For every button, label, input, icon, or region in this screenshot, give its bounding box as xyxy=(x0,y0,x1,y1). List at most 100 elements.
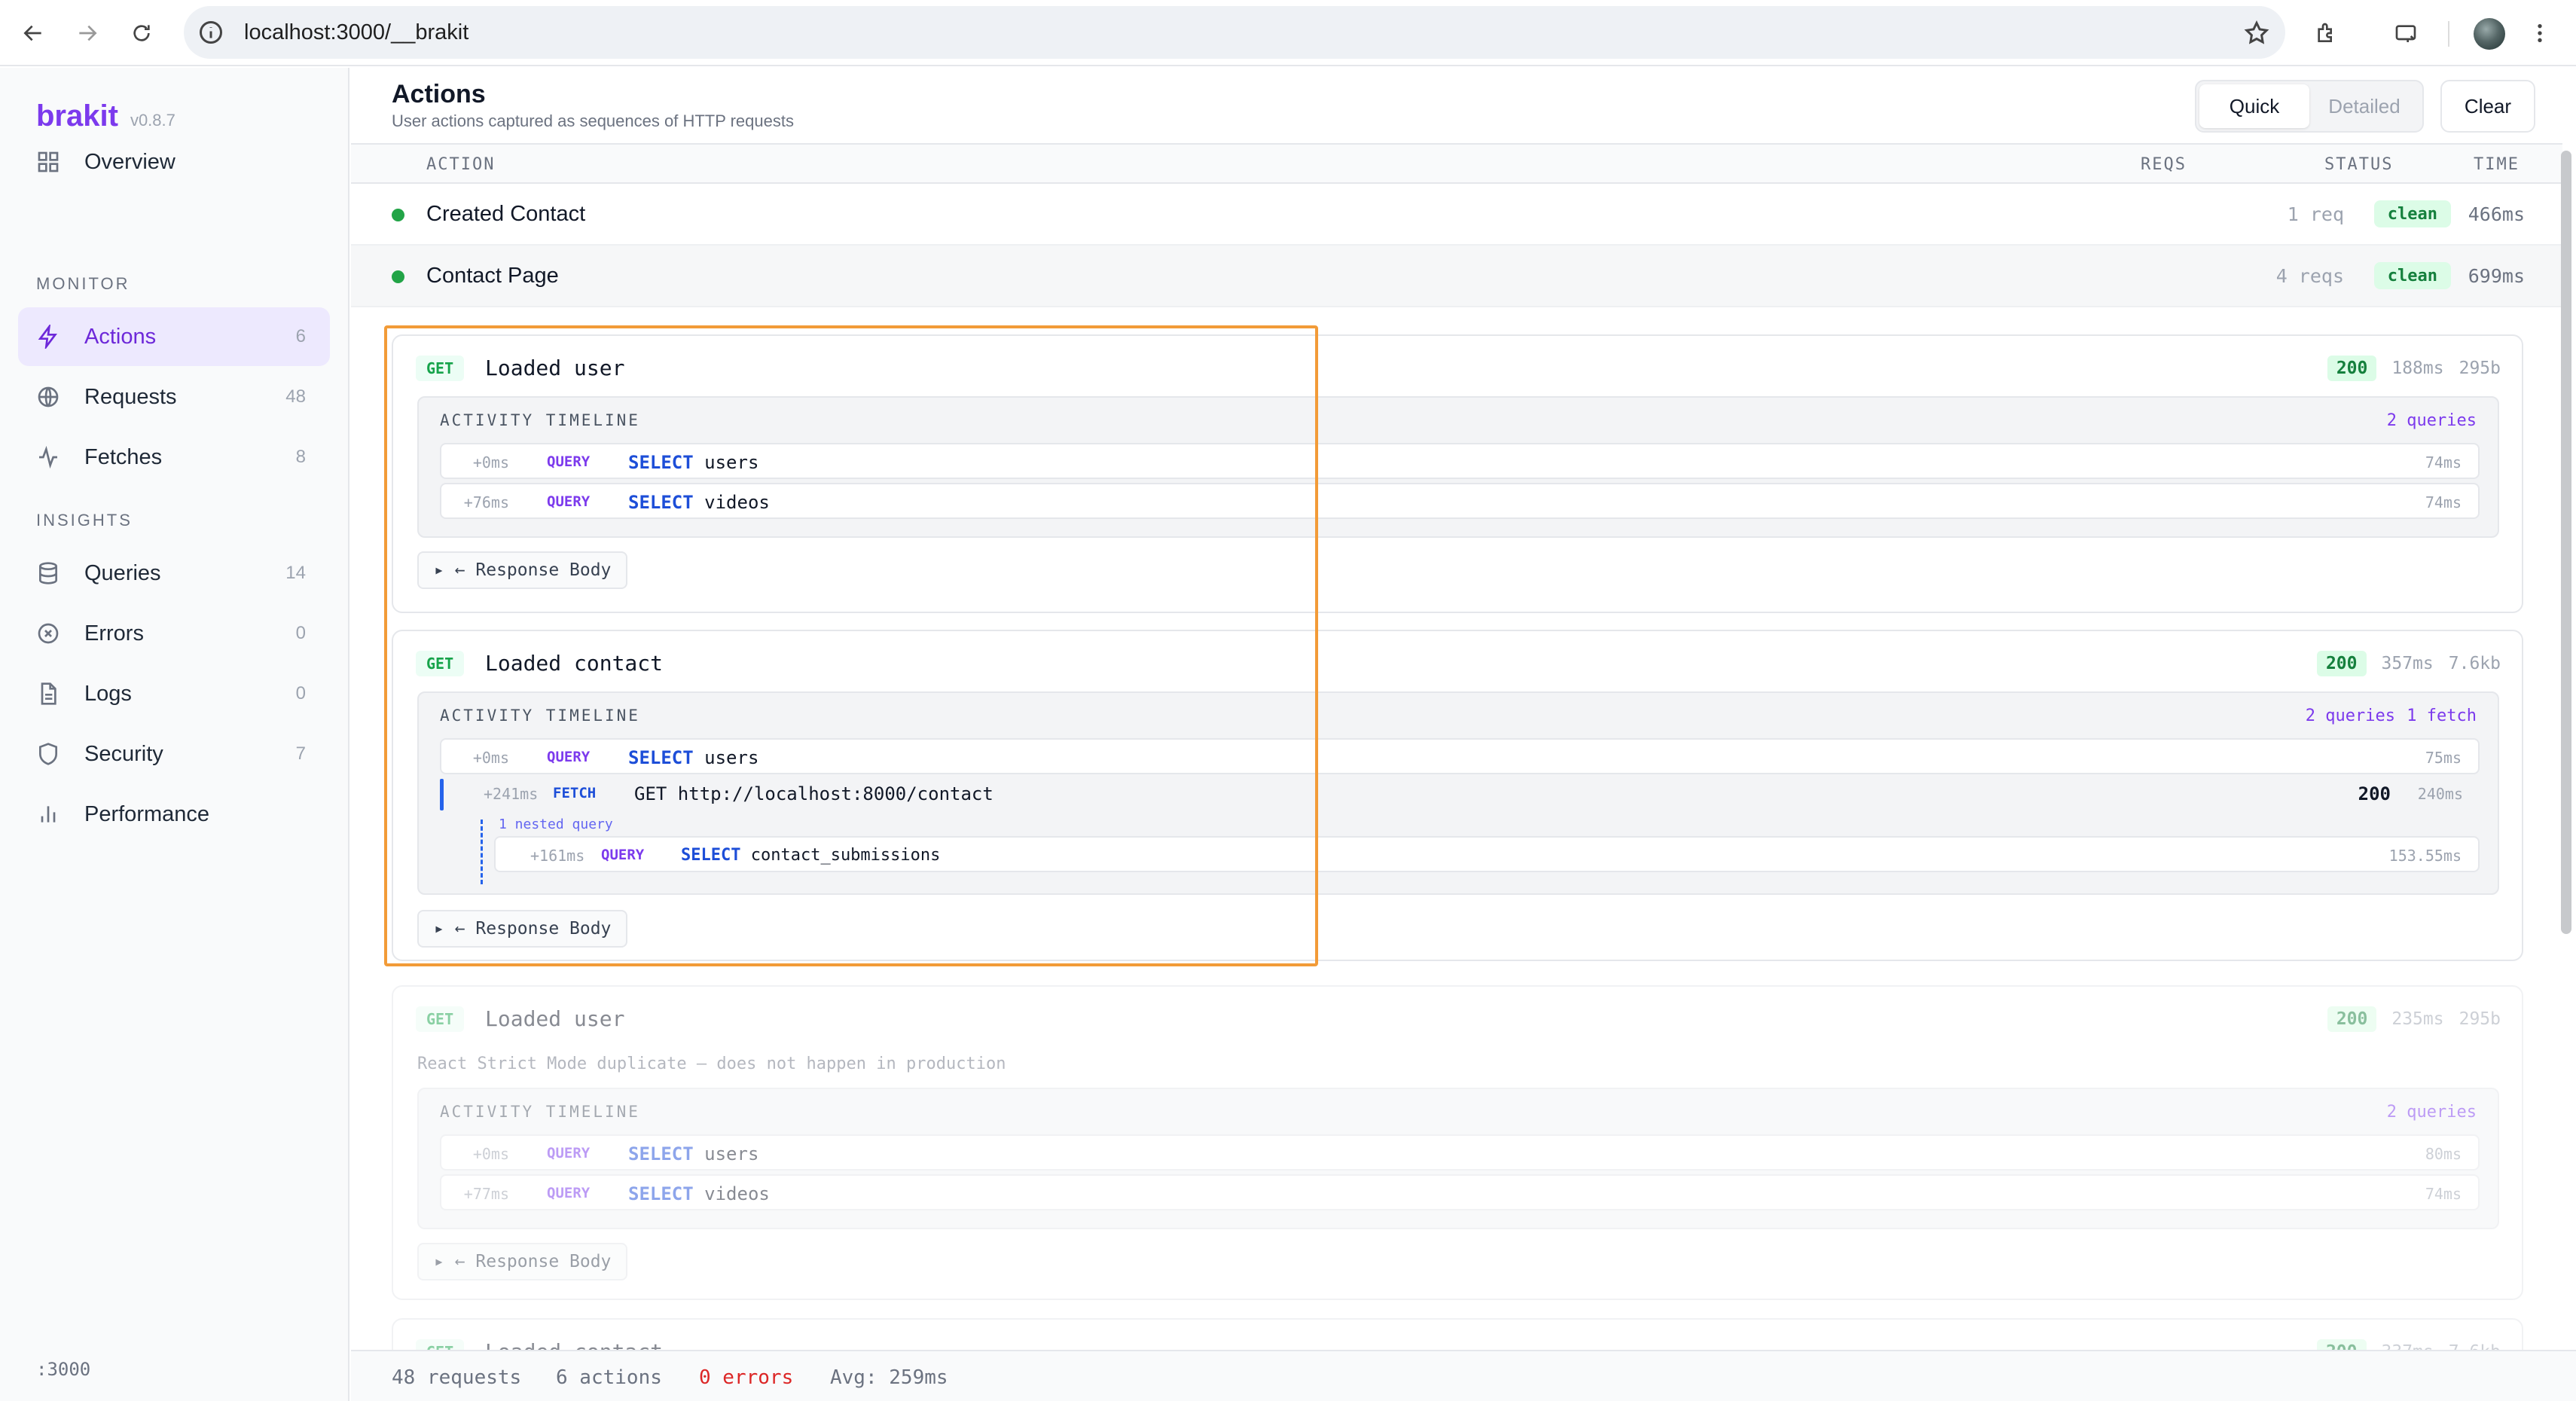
entry-duration: 74ms xyxy=(2425,1185,2462,1203)
entry-kind: QUERY xyxy=(547,453,591,470)
status-dot xyxy=(392,209,404,221)
activity-timeline: ACTIVITY TIMELINE 2 queries +0ms QUERY S… xyxy=(417,1088,2499,1229)
status-dot xyxy=(392,270,404,283)
query-entry[interactable]: +0ms QUERY SELECT users 80ms xyxy=(440,1134,2480,1171)
query-entry[interactable]: +76ms QUERY SELECT videos 74ms xyxy=(440,483,2480,519)
sidebar-item-label: Logs xyxy=(84,681,132,706)
view-detailed-button[interactable]: Detailed xyxy=(2309,84,2419,128)
timeline-fetch-count: 1 fetch xyxy=(2407,707,2477,725)
sidebar-item-overview[interactable]: Overview xyxy=(18,133,330,191)
query-entry[interactable]: +0ms QUERY SELECT users 74ms xyxy=(440,443,2480,479)
timeline-counts: 2 queries xyxy=(2305,707,2395,725)
sidebar-item-queries[interactable]: Queries 14 xyxy=(18,544,330,603)
action-row-expanded[interactable]: Contact Page 4 reqs clean 699ms xyxy=(351,246,2562,307)
sidebar-item-label: Errors xyxy=(84,621,144,646)
timeline-label: ACTIVITY TIMELINE xyxy=(440,411,640,429)
request-card[interactable]: GET Loaded contact 200 357ms 7.6kb ACTIV… xyxy=(392,630,2523,961)
request-duration: 357ms xyxy=(2381,654,2434,673)
action-row[interactable]: Created Contact 1 req clean 466ms xyxy=(351,184,2562,246)
footer-avg: Avg: 259ms xyxy=(830,1366,948,1389)
sidebar-item-security[interactable]: Security 7 xyxy=(18,725,330,783)
sidebar-item-count: 14 xyxy=(285,563,306,583)
timeline-label: ACTIVITY TIMELINE xyxy=(440,707,640,725)
entry-offset: +0ms xyxy=(472,453,509,472)
method-badge: GET xyxy=(416,1006,465,1032)
entry-kind: FETCH xyxy=(553,785,597,801)
section-header-insights: INSIGHTS xyxy=(36,511,133,530)
sidebar-item-logs[interactable]: Logs 0 xyxy=(18,664,330,723)
grid-icon xyxy=(38,151,59,172)
clear-button[interactable]: Clear xyxy=(2440,80,2535,133)
bar-chart-icon xyxy=(41,806,56,823)
toolbar-divider xyxy=(2448,21,2449,47)
back-arrow-icon[interactable] xyxy=(15,15,51,51)
bookmark-star-icon[interactable] xyxy=(2243,20,2270,47)
strict-mode-note: React Strict Mode duplicate — does not h… xyxy=(417,1055,1006,1073)
activity-timeline: ACTIVITY TIMELINE 2 queries +0ms QUERY S… xyxy=(417,396,2499,538)
query-entry[interactable]: +0ms QUERY SELECT users 75ms xyxy=(440,738,2480,774)
page-title: Actions xyxy=(392,80,486,108)
query-entry[interactable]: +77ms QUERY SELECT videos 74ms xyxy=(440,1174,2480,1210)
request-card-duplicate[interactable]: GET Loaded user 200 235ms 295b React Str… xyxy=(392,985,2523,1300)
request-meta: 200 235ms 295b xyxy=(2327,1006,2501,1032)
activity-timeline: ACTIVITY TIMELINE 2 queries 1 fetch +0ms… xyxy=(417,691,2499,895)
sidebar-item-count: 0 xyxy=(295,623,306,643)
entry-kind: QUERY xyxy=(547,749,591,765)
page-subtitle: User actions captured as sequences of HT… xyxy=(392,111,794,130)
request-duration: 235ms xyxy=(2391,1009,2444,1029)
profile-avatar[interactable] xyxy=(2474,18,2505,50)
status-footer: 48 requests 6 actions 0 errors Avg: 259m… xyxy=(351,1350,2576,1401)
shield-icon xyxy=(39,743,57,765)
file-icon xyxy=(41,682,56,705)
reload-icon[interactable] xyxy=(124,15,160,51)
entry-kind: QUERY xyxy=(547,1145,591,1161)
entry-duration: 240ms xyxy=(2417,785,2463,803)
sidebar-item-count: 7 xyxy=(295,743,306,764)
entry-offset: +161ms xyxy=(530,847,585,865)
method-badge: GET xyxy=(416,356,465,381)
globe-icon xyxy=(38,386,59,407)
entry-offset: +0ms xyxy=(472,1145,509,1163)
sidebar-item-requests[interactable]: Requests 48 xyxy=(18,368,330,426)
response-body-toggle[interactable]: ▸ ← Response Body xyxy=(417,551,628,589)
media-control-icon[interactable] xyxy=(2388,15,2424,51)
fetch-indicator xyxy=(440,779,444,810)
nested-query-entry[interactable]: +161ms QUERY SELECT contact_submissions … xyxy=(494,836,2480,872)
entry-duration: 74ms xyxy=(2425,453,2462,472)
status-code-badge: 200 xyxy=(2316,651,2367,676)
status-code-badge: 200 xyxy=(2327,1006,2377,1032)
forward-arrow-icon[interactable] xyxy=(69,15,105,51)
site-info-icon[interactable] xyxy=(197,19,224,46)
more-menu-icon[interactable] xyxy=(2522,15,2558,51)
entry-sql: SELECT contact_submissions xyxy=(681,846,941,865)
response-size: 7.6kb xyxy=(2448,654,2501,673)
entry-offset: +241ms xyxy=(484,785,539,803)
entry-offset: +0ms xyxy=(472,749,509,767)
database-icon xyxy=(39,562,57,585)
sidebar-item-fetches[interactable]: Fetches 8 xyxy=(18,428,330,487)
sidebar-item-count: 0 xyxy=(295,683,306,704)
response-body-toggle[interactable]: ▸ ← Response Body xyxy=(417,1243,628,1280)
timeline-label: ACTIVITY TIMELINE xyxy=(440,1103,640,1121)
sidebar-item-performance[interactable]: Performance xyxy=(18,785,330,844)
sidebar-item-label: Security xyxy=(84,741,163,766)
response-body-toggle[interactable]: ▸ ← Response Body xyxy=(417,910,628,948)
sidebar-item-errors[interactable]: Errors 0 xyxy=(18,604,330,663)
table-header: ACTION REQS STATUS TIME xyxy=(351,143,2562,184)
extensions-icon[interactable] xyxy=(2308,15,2344,51)
column-status: STATUS xyxy=(2324,155,2394,174)
fetch-entry[interactable]: +241ms FETCH GET http://localhost:8000/c… xyxy=(440,776,2480,813)
action-reqs: 1 req xyxy=(2287,203,2344,225)
brand: brakit v0.8.7 xyxy=(36,99,175,133)
request-card[interactable]: GET Loaded user 200 188ms 295b ACTIVITY … xyxy=(392,334,2523,613)
column-action: ACTION xyxy=(426,155,496,174)
scrollbar-thumb[interactable] xyxy=(2561,151,2571,934)
request-meta: 200 188ms 295b xyxy=(2327,356,2501,381)
footer-requests: 48 requests xyxy=(392,1366,522,1389)
view-quick-button[interactable]: Quick xyxy=(2199,84,2309,128)
address-bar[interactable]: localhost:3000/__brakit xyxy=(184,6,2285,59)
nested-connector xyxy=(481,820,483,884)
sidebar-item-label: Fetches xyxy=(84,444,163,469)
sidebar-item-actions[interactable]: Actions 6 xyxy=(18,307,330,366)
entry-kind: QUERY xyxy=(601,847,645,863)
